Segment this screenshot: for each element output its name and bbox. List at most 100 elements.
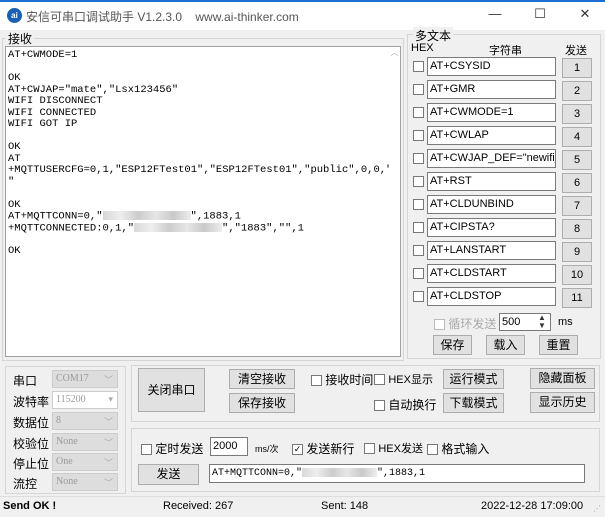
hex-checkbox[interactable]: [413, 130, 424, 141]
flow-control-select[interactable]: None ﹀: [52, 473, 118, 491]
stop-bits-label: 停止位: [13, 457, 50, 471]
scroll-up-icon: ︿: [390, 48, 399, 57]
auto-wrap-checkbox[interactable]: 自动换行: [374, 396, 436, 413]
download-mode-button[interactable]: 下载模式: [443, 393, 504, 413]
receive-line: WIFI GOT IP: [8, 118, 78, 130]
chevron-down-icon: ﹀: [103, 417, 113, 427]
multitext-input[interactable]: AT+CIPSTA?: [427, 218, 556, 237]
multitext-send-button[interactable]: 3: [562, 104, 592, 124]
hex-checkbox[interactable]: [413, 245, 424, 256]
receive-line: [8, 131, 398, 143]
send-header: 发送: [565, 45, 587, 57]
multitext-send-button[interactable]: 8: [562, 219, 592, 239]
interval-unit: ms/次: [255, 444, 279, 454]
multitext-input[interactable]: AT+CWJAP_DEF="newifi_: [427, 149, 556, 168]
hex-header: HEX: [411, 42, 434, 54]
port-label: 串口: [13, 374, 38, 388]
receive-line: +MQTTUSERCFG=0,1,"ESP12FTest01","ESP12FT…: [8, 164, 393, 176]
data-bits-select[interactable]: 8 ﹀: [52, 412, 118, 430]
hex-display-checkbox[interactable]: HEX显示: [374, 371, 433, 387]
stop-bits-select[interactable]: One ﹀: [52, 453, 118, 471]
status-divider: [0, 496, 605, 497]
interval-input[interactable]: 2000: [210, 437, 248, 456]
multitext-send-button[interactable]: 6: [562, 173, 592, 193]
ms-label: ms: [558, 316, 573, 328]
timed-send-checkbox[interactable]: 定时发送: [141, 440, 203, 457]
hex-checkbox[interactable]: [413, 153, 424, 164]
hex-checkbox[interactable]: [413, 268, 424, 279]
hex-checkbox[interactable]: [413, 222, 424, 233]
hide-panel-button[interactable]: 隐藏面板: [530, 368, 595, 389]
send-newline-checkbox[interactable]: ✓ 发送新行: [292, 440, 354, 457]
hex-checkbox[interactable]: [413, 107, 424, 118]
receive-line: [8, 188, 398, 200]
receive-line: AT+CWMODE=1: [8, 49, 78, 61]
receive-line: WIFI DISCONNECT: [8, 95, 103, 107]
save-receive-button[interactable]: 保存接收: [229, 393, 295, 413]
receive-line: OK: [8, 72, 21, 84]
close-button[interactable]: ✕: [575, 6, 595, 24]
hex-checkbox[interactable]: [413, 176, 424, 187]
hex-checkbox[interactable]: [413, 291, 424, 302]
flow-control-label: 流控: [13, 477, 38, 491]
receive-line: OK: [8, 245, 21, 258]
close-port-button[interactable]: 关闭串口: [138, 368, 205, 412]
interval-spinner[interactable]: ▲ ▼: [538, 314, 546, 330]
receive-line: +MQTTCONNECTED:0,1," ","1883","",1: [8, 222, 304, 235]
multitext-input[interactable]: AT+GMR: [427, 80, 556, 99]
load-button[interactable]: 载入: [486, 335, 525, 355]
send-input[interactable]: AT+MQTTCONN=0," ",1883,1: [209, 464, 585, 483]
receive-scrollbar[interactable]: ︿: [389, 47, 400, 356]
parity-select[interactable]: None ﹀: [52, 433, 118, 451]
resize-grip-icon[interactable]: ⋰: [593, 504, 601, 513]
receive-time-checkbox[interactable]: 接收时间: [311, 371, 373, 388]
status-message: Send OK !: [3, 500, 57, 512]
multitext-send-button[interactable]: 2: [562, 81, 592, 101]
loop-send-checkbox[interactable]: 循环发送: [434, 315, 496, 332]
baud-label: 波特率: [13, 395, 50, 409]
multitext-input[interactable]: AT+CSYSID: [427, 57, 556, 76]
multitext-send-button[interactable]: 10: [562, 265, 592, 285]
hex-checkbox[interactable]: [413, 61, 424, 72]
reset-button[interactable]: 重置: [539, 335, 578, 355]
multitext-send-button[interactable]: 4: [562, 127, 592, 147]
chevron-down-icon: ﹀: [103, 438, 113, 448]
multitext-send-button[interactable]: 11: [562, 288, 592, 308]
hex-checkbox[interactable]: [413, 199, 424, 210]
multitext-send-button[interactable]: 9: [562, 242, 592, 262]
maximize-button[interactable]: ☐: [530, 6, 550, 24]
multitext-input[interactable]: AT+LANSTART: [427, 241, 556, 260]
send-button[interactable]: 发送: [138, 464, 199, 485]
format-input-checkbox[interactable]: 格式输入: [427, 440, 489, 457]
redacted-host: [102, 211, 191, 220]
app-logo-icon: ai: [7, 8, 22, 23]
receive-line: [8, 62, 398, 74]
port-select[interactable]: COM17 ﹀: [52, 370, 118, 388]
parity-label: 校验位: [13, 437, 50, 451]
data-bits-label: 数据位: [13, 416, 50, 430]
receive-line: AT+MQTTCONN=0," ",1883,1: [8, 210, 241, 223]
hex-checkbox[interactable]: [413, 84, 424, 95]
multitext-send-button[interactable]: 1: [562, 58, 592, 78]
clear-receive-button[interactable]: 清空接收: [229, 369, 295, 389]
multitext-input[interactable]: AT+CWMODE=1: [427, 103, 556, 122]
hex-send-checkbox[interactable]: HEX发送: [364, 440, 423, 456]
chevron-down-icon: ﹀: [103, 375, 113, 385]
receive-textarea[interactable]: AT+CWMODE=1 OK AT+CWJAP="mate","Lsx123456…: [5, 46, 401, 357]
minimize-button[interactable]: —: [485, 6, 505, 24]
receive-line: OK: [8, 198, 21, 211]
multitext-send-button[interactable]: 7: [562, 196, 592, 216]
receive-line: ": [8, 175, 15, 188]
multitext-input[interactable]: AT+CLDSTOP: [427, 287, 556, 306]
baud-select[interactable]: 115200 ▾: [52, 391, 118, 409]
run-mode-button[interactable]: 运行模式: [443, 369, 504, 389]
save-button[interactable]: 保存: [433, 335, 472, 355]
multitext-send-button[interactable]: 5: [562, 150, 592, 170]
multitext-input[interactable]: AT+RST: [427, 172, 556, 191]
multitext-input[interactable]: AT+CLDUNBIND: [427, 195, 556, 214]
show-history-button[interactable]: 显示历史: [530, 392, 595, 413]
multitext-input[interactable]: AT+CLDSTART: [427, 264, 556, 283]
window-title: 安信可串口调试助手 V1.2.3.0 www.ai-thinker.com: [26, 10, 299, 24]
multitext-input[interactable]: AT+CWLAP: [427, 126, 556, 145]
receive-label: 接收: [6, 30, 35, 47]
